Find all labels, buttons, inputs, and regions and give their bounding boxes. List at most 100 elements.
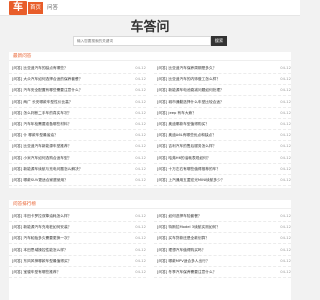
question-link[interactable]: [问答] 本田思域操控性能怎么样？ — [12, 245, 68, 255]
question-date: 04-12 — [280, 166, 291, 171]
site-logo[interactable]: 车 — [9, 1, 27, 15]
list-item[interactable]: [问答] 丰田卡罗拉双擎油耗怎么样？ 04-12 — [9, 211, 146, 222]
question-link[interactable]: [问答] 如何选择车险套餐？ — [157, 211, 202, 221]
question-link[interactable]: [问答] 汽车年检需要准备哪些材料？ — [12, 119, 71, 129]
question-date: 04-12 — [280, 236, 291, 241]
list-item[interactable]: [问答] 特斯拉Model 3续航实测如何？ 04-12 — [154, 222, 291, 234]
question-link[interactable]: [问答] 新能源车续航与充电问题怎么解决？ — [12, 164, 82, 174]
question-link[interactable]: [问答] jeep 有车大熊？ — [157, 108, 196, 118]
list-item[interactable]: [问答] 新能源车续航与充电问题怎么解决？ 04-12 — [9, 164, 146, 175]
list-item[interactable]: [问答] 小米汽车如何选购合适车型？ 04-12 — [9, 153, 146, 164]
question-link[interactable]: [问答] 十万左右有哪些值得推荐的车？ — [157, 164, 220, 174]
search-input[interactable] — [73, 36, 211, 46]
question-link[interactable]: [问答] 理想汽车值得购买吗？ — [157, 245, 205, 255]
list-item[interactable]: [问答] 比亚迪汽车保养周期是多久？ 04-12 — [154, 63, 291, 74]
list-item[interactable]: [问答] 上汽通用五菱宏光MINI续航多少？ 04-12 — [154, 175, 291, 186]
list-item[interactable]: [问答] 比亚迪汽车的缺点有哪些？ 04-12 — [9, 63, 146, 74]
question-date: 04-12 — [280, 122, 291, 126]
list-item[interactable]: [问答] 城市通勤选择什么车型比较合适？ 04-12 — [154, 97, 291, 108]
question-date: 04-12 — [280, 214, 291, 218]
list-item[interactable]: [问答] 如何选择车险套餐？ 04-12 — [154, 211, 291, 222]
question-link[interactable]: [问答] 大众汽车如何选择合适的保养套餐？ — [12, 74, 82, 84]
question-date: 04-12 — [135, 166, 146, 171]
list-item[interactable]: [问答] 新能源汽车充电桩如何安装？ 04-12 — [9, 222, 146, 234]
question-date: 04-12 — [135, 258, 146, 263]
list-item[interactable]: [问答] 汽车年检需要准备哪些材料？ 04-12 — [9, 119, 146, 130]
question-link[interactable]: [问答] 冬季汽车保养需要注意什么？ — [157, 267, 216, 277]
list-item[interactable]: [问答] 东风风神哪款车型最值得买？ 04-12 — [9, 256, 146, 267]
question-date: 04-12 — [135, 247, 146, 252]
question-link[interactable]: [问答] 哈弗H6的油耗表现如何？ — [157, 153, 210, 163]
list-item[interactable]: [问答] 本田思域操控性能怎么样？ 04-12 — [9, 245, 146, 256]
question-link[interactable]: [问答] 哪款SUV更适合家庭使用？ — [12, 175, 68, 185]
question-date: 04-12 — [135, 236, 146, 241]
question-date: 04-12 — [135, 133, 146, 138]
question-link[interactable]: [问答] 奥迪A6L有哪些优点和缺点？ — [157, 130, 216, 140]
list-item[interactable]: [问答] 两广 长安哪款车型性价比高？ 04-12 — [9, 97, 146, 108]
list-item[interactable]: [问答] 怎么判断二手车的真实车况？ 04-12 — [9, 108, 146, 119]
list-item[interactable]: [问答] 奥迪哪款车型值得购买？ 04-12 — [154, 119, 291, 130]
question-link[interactable]: [问答] 丰田卡罗拉双擎油耗怎么样？ — [12, 211, 71, 221]
list-item[interactable]: [问答] 仆 哪款车型最省油？ 04-12 — [9, 130, 146, 142]
question-date: 04-12 — [280, 258, 291, 263]
question-date: 04-12 — [280, 155, 291, 160]
question-date: 04-12 — [280, 144, 291, 149]
question-link[interactable]: [问答] 比亚迪汽车保养周期是多久？ — [157, 63, 216, 73]
latest-qa-heading: 最新问答 — [9, 52, 291, 61]
list-item[interactable]: [问答] 理想汽车值得购买吗？ 04-12 — [154, 245, 291, 256]
list-item[interactable]: [问答] 哈弗H6的油耗表现如何？ 04-12 — [154, 153, 291, 164]
list-item[interactable]: [问答] 宝骏车型有哪些推荐？ 04-12 — [9, 267, 146, 278]
question-link[interactable]: [问答] 汽车轮胎多久需要更换一次？ — [12, 233, 71, 243]
question-link[interactable]: [问答] 吉利汽车的售后服务怎么样？ — [157, 141, 216, 151]
question-date: 04-12 — [280, 270, 291, 274]
question-link[interactable]: [问答] 宝骏车型有哪些推荐？ — [12, 267, 60, 277]
search-button[interactable]: 搜索 — [211, 36, 227, 46]
question-link[interactable]: [问答] 特斯拉Model 3续航实测如何？ — [157, 222, 220, 232]
question-date: 04-12 — [280, 66, 291, 70]
list-item[interactable]: [问答] 汽车安全配置有哪些需要注意什么？ 04-12 — [9, 85, 146, 97]
question-link[interactable]: [问答] 买车贷款还是全款划算？ — [157, 233, 209, 243]
list-item[interactable]: [问答] 比亚迪汽车的内饰做工怎么样？ 04-12 — [154, 74, 291, 86]
list-item[interactable]: [问答] 买车贷款还是全款划算？ 04-12 — [154, 233, 291, 245]
question-link[interactable]: [问答] 仆 哪款车型最省油？ — [12, 130, 58, 140]
question-link[interactable]: [问答] 城市通勤选择什么车型比较合适？ — [157, 97, 224, 107]
question-link[interactable]: [问答] 汽车安全配置有哪些需要注意什么？ — [12, 85, 82, 95]
question-link[interactable]: [问答] 两广 长安哪款车型性价比高？ — [12, 97, 73, 107]
question-link[interactable]: [问答] 小米汽车如何选购合适车型？ — [12, 153, 71, 163]
question-link[interactable]: [问答] 比亚迪汽车新能源车型推荐？ — [12, 141, 71, 151]
nav-item-qa[interactable]: 问答 — [47, 2, 58, 14]
list-item[interactable]: [问答] 汽车轮胎多久需要更换一次？ 04-12 — [9, 233, 146, 245]
question-date: 04-12 — [280, 178, 291, 182]
list-item[interactable]: [问答] 大众汽车如何选择合适的保养套餐？ 04-12 — [9, 74, 146, 86]
question-link[interactable]: [问答] 新能源车电池衰减问题如何处理？ — [157, 85, 224, 95]
question-link[interactable]: [问答] 新能源汽车充电桩如何安装？ — [12, 222, 71, 232]
question-date: 04-12 — [135, 178, 146, 182]
ranking-qa-heading: 问答排行榜 — [9, 200, 291, 209]
question-date: 04-12 — [135, 122, 146, 126]
question-link[interactable]: [问答] 比亚迪汽车的内饰做工怎么样？ — [157, 74, 220, 84]
question-link[interactable]: [问答] 奥迪哪款车型值得购买？ — [157, 119, 209, 129]
question-link[interactable]: [问答] 哪款MPV适合多人出行？ — [157, 256, 210, 266]
list-item[interactable]: [问答] 十万左右有哪些值得推荐的车？ 04-12 — [154, 164, 291, 175]
question-link[interactable]: [问答] 比亚迪汽车的缺点有哪些？ — [12, 63, 68, 73]
question-date: 04-12 — [135, 77, 146, 82]
question-date: 04-12 — [135, 225, 146, 230]
question-link[interactable]: [问答] 上汽通用五菱宏光MINI续航多少？ — [157, 175, 224, 185]
list-item[interactable]: [问答] 新能源车电池衰减问题如何处理？ 04-12 — [154, 85, 291, 97]
list-item[interactable]: [问答] 哪款MPV适合多人出行？ 04-12 — [154, 256, 291, 267]
question-date: 04-12 — [135, 99, 146, 104]
top-nav-bar: 车 首页 问答 — [0, 0, 300, 16]
list-item[interactable]: [问答] 比亚迪汽车新能源车型推荐？ 04-12 — [9, 141, 146, 153]
list-item[interactable]: [问答] 冬季汽车保养需要注意什么？ 04-12 — [154, 267, 291, 278]
list-item[interactable]: [问答] 吉利汽车的售后服务怎么样？ 04-12 — [154, 141, 291, 153]
question-date: 04-12 — [135, 144, 146, 149]
nav-item-home[interactable]: 首页 — [28, 2, 43, 14]
list-item[interactable]: [问答] jeep 有车大熊？ 04-12 — [154, 108, 291, 119]
question-date: 04-12 — [280, 110, 291, 115]
site-title: 车答问 — [130, 20, 170, 35]
question-date: 04-12 — [280, 99, 291, 104]
list-item[interactable]: [问答] 奥迪A6L有哪些优点和缺点？ 04-12 — [154, 130, 291, 142]
list-item[interactable]: [问答] 哪款SUV更适合家庭使用？ 04-12 — [9, 175, 146, 186]
question-link[interactable]: [问答] 东风风神哪款车型最值得买？ — [12, 256, 71, 266]
question-link[interactable]: [问答] 怎么判断二手车的真实车况？ — [12, 108, 71, 118]
